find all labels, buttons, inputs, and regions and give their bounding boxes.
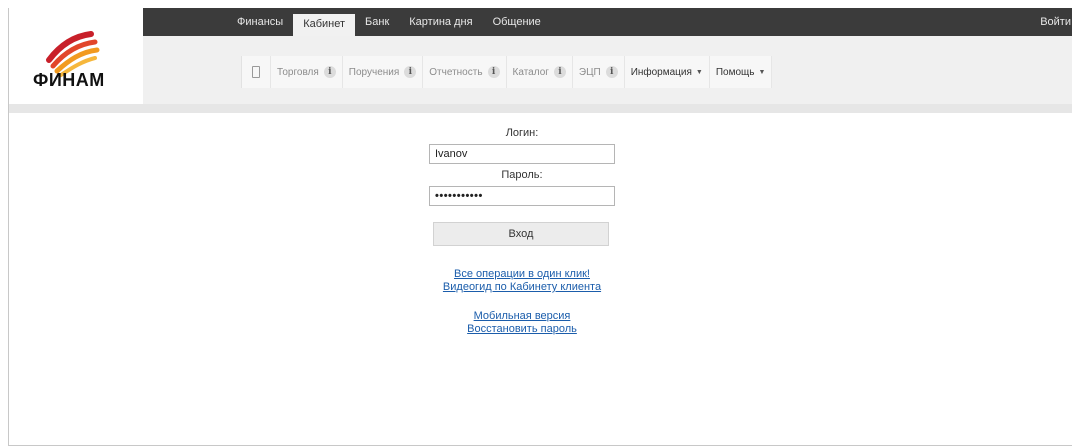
header: ФИНАМ Торговля i Поручения i Отчетность … (9, 31, 1072, 104)
info-icon[interactable]: i (605, 66, 618, 78)
help-links: Все операции в один клик! Видеогид по Ка… (389, 268, 655, 336)
sub-nav-information[interactable]: Информация ▼ (625, 56, 710, 88)
browser-page: Финансы Кабинет Банк Картина дня Общение… (8, 8, 1072, 446)
top-nav-cabinet[interactable]: Кабинет (293, 14, 356, 36)
header-divider (9, 104, 1072, 113)
info-icon[interactable]: i (404, 66, 417, 78)
login-input[interactable]: Ivanov (429, 144, 615, 164)
top-nav-bank[interactable]: Банк (355, 11, 399, 33)
mobile-version-link[interactable]: Мобильная версия (389, 310, 655, 323)
password-input[interactable]: ••••••••••• (429, 186, 615, 206)
info-icon[interactable]: i (553, 66, 566, 78)
video-guide-link[interactable]: Видеогид по Кабинету клиента (389, 281, 655, 294)
sub-nav: Торговля i Поручения i Отчетность i Ката… (241, 56, 773, 88)
info-icon[interactable]: i (323, 66, 336, 78)
top-bar: Финансы Кабинет Банк Картина дня Общение… (9, 8, 1072, 36)
sub-nav-orders[interactable]: Поручения i (343, 56, 424, 88)
logo-text: ФИНАМ (33, 70, 105, 90)
top-nav-communication[interactable]: Общение (483, 11, 551, 33)
restore-password-link[interactable]: Восстановить пароль (389, 323, 655, 336)
top-nav-picture-of-day[interactable]: Картина дня (399, 11, 482, 33)
one-click-link[interactable]: Все операции в один клик! (389, 268, 655, 281)
login-button[interactable]: Вход (433, 222, 609, 246)
chevron-down-icon: ▼ (695, 68, 703, 76)
mobile-phone-icon (252, 66, 260, 78)
chevron-down-icon: ▼ (758, 68, 766, 76)
sub-nav-catalog[interactable]: Каталог i (507, 56, 573, 88)
login-form: Логин: Ivanov Пароль: ••••••••••• Вход (429, 126, 615, 246)
top-login-link[interactable]: Войти (1040, 8, 1071, 36)
top-nav-finance[interactable]: Финансы (227, 11, 293, 33)
sub-nav-trading[interactable]: Торговля i (271, 56, 343, 88)
info-icon[interactable]: i (487, 66, 500, 78)
login-label: Логин: (505, 127, 539, 139)
sub-nav-reports[interactable]: Отчетность i (423, 56, 507, 88)
password-label: Пароль: (501, 169, 543, 181)
sub-nav-ecp[interactable]: ЭЦП i (573, 56, 625, 88)
sub-nav-mobile[interactable] (242, 56, 271, 88)
sub-nav-help[interactable]: Помощь ▼ (710, 56, 773, 88)
top-nav: Финансы Кабинет Банк Картина дня Общение (227, 8, 551, 36)
